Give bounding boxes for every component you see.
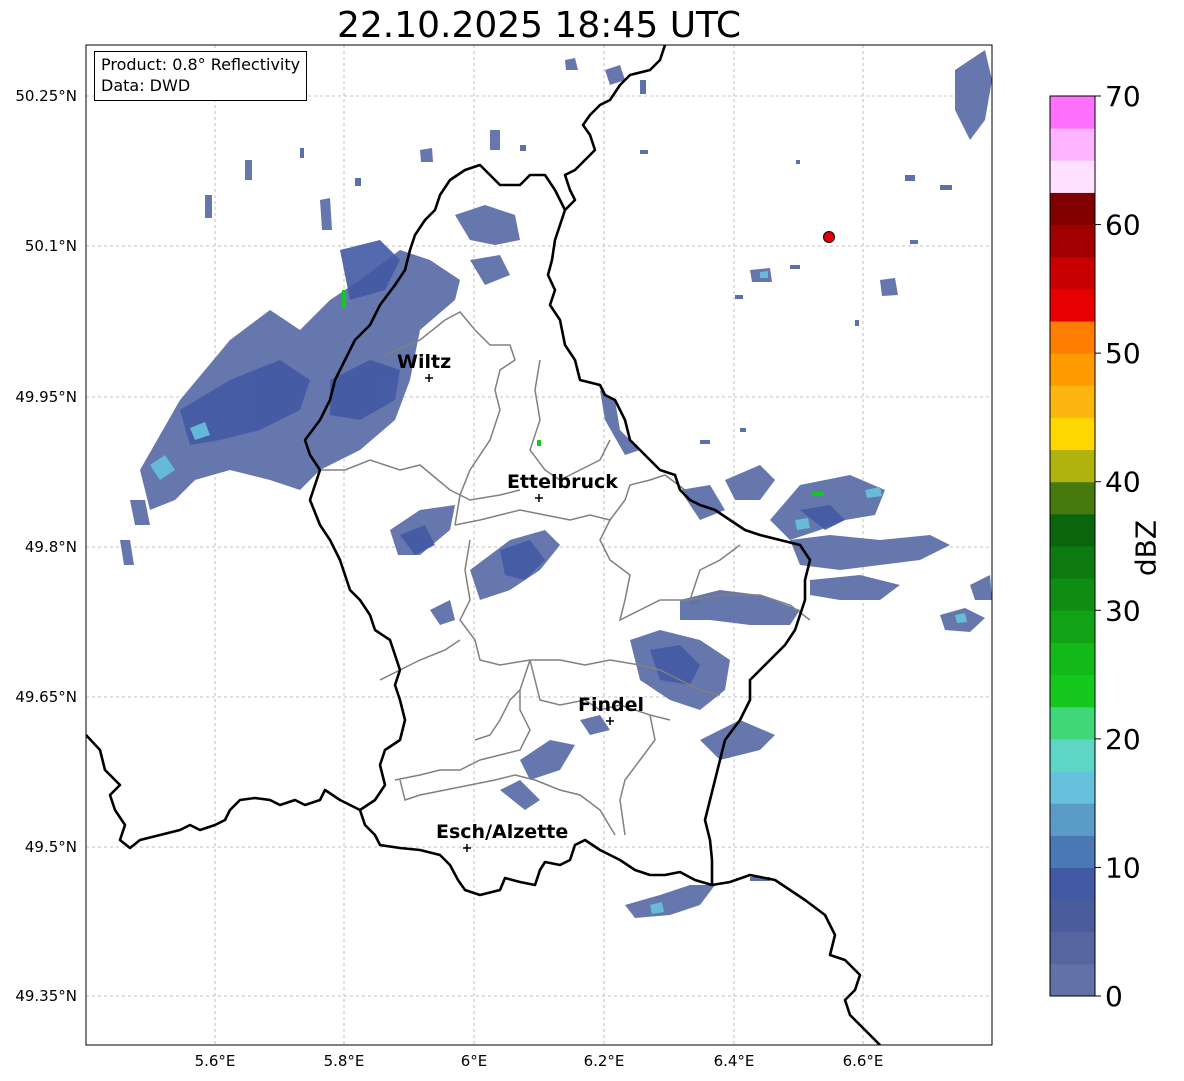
colorbar-segment xyxy=(1050,385,1095,418)
lat-ticks: 50.25°N 50.1°N 49.95°N 49.8°N 49.65°N 49… xyxy=(15,87,77,1005)
colorbar-tick-label: 50 xyxy=(1105,337,1141,370)
colorbar-segment xyxy=(1050,931,1095,965)
colorbar-segment xyxy=(1050,288,1095,322)
colorbar-segment xyxy=(1050,449,1095,483)
lon-tick: 6°E xyxy=(461,1052,488,1070)
colorbar-segment xyxy=(1050,417,1095,451)
lat-tick: 49.95°N xyxy=(15,388,77,406)
colorbar-segment xyxy=(1050,899,1095,933)
colorbar-segment xyxy=(1050,353,1095,386)
colorbar-segment xyxy=(1050,160,1095,193)
colorbar-tick-label: 60 xyxy=(1105,209,1141,242)
colorbar-segment xyxy=(1050,256,1095,290)
colorbar-segment xyxy=(1050,610,1095,643)
city-label-wiltz: Wiltz xyxy=(397,351,451,373)
colorbar-segment xyxy=(1050,96,1095,129)
lat-tick: 49.65°N xyxy=(15,688,77,706)
colorbar-segment xyxy=(1050,771,1095,804)
colorbar-segment xyxy=(1050,321,1095,354)
colorbar-segment xyxy=(1050,706,1095,740)
lat-tick: 49.8°N xyxy=(25,538,77,556)
city-label-findel: Findel xyxy=(578,694,644,716)
colorbar-segment xyxy=(1050,674,1095,708)
info-box: Product: 0.8° Reflectivity Data: DWD xyxy=(94,51,308,101)
colorbar-tick-label: 30 xyxy=(1105,594,1141,627)
lon-tick: 6.6°E xyxy=(843,1052,884,1070)
colorbar-segment xyxy=(1050,803,1095,836)
colorbar-tick-label: 10 xyxy=(1105,851,1141,884)
colorbar-label: dBZ xyxy=(1129,519,1163,577)
colorbar-segment xyxy=(1050,481,1095,515)
colorbar-segment xyxy=(1050,224,1095,258)
radar-map: Wiltz Ettelbruck Findel Esch/Alzette 50.… xyxy=(15,44,1141,1070)
colorbar-segment xyxy=(1050,963,1095,997)
colorbar-segment xyxy=(1050,867,1095,901)
lat-tick: 50.1°N xyxy=(25,237,77,255)
city-label-esch-alzette: Esch/Alzette xyxy=(436,821,568,843)
colorbar-segment xyxy=(1050,546,1095,579)
lat-tick: 49.5°N xyxy=(25,838,77,856)
lat-tick: 50.25°N xyxy=(15,87,77,105)
lon-tick: 5.6°E xyxy=(195,1052,236,1070)
colorbar-tick-label: 0 xyxy=(1105,980,1123,1013)
colorbar-segment xyxy=(1050,642,1095,676)
radar-site-marker xyxy=(823,231,835,243)
colorbar xyxy=(1049,95,1096,997)
product-label: Product: 0.8° Reflectivity xyxy=(101,55,301,74)
colorbar-segment xyxy=(1050,578,1095,611)
data-source-label: Data: DWD xyxy=(101,76,191,95)
colorbar-tick-label: 20 xyxy=(1105,723,1141,756)
colorbar-tick-label: 40 xyxy=(1105,466,1141,499)
colorbar-tick-label: 70 xyxy=(1105,80,1141,113)
colorbar-segment xyxy=(1050,128,1095,161)
lon-tick: 6.2°E xyxy=(584,1052,625,1070)
lon-tick: 6.4°E xyxy=(714,1052,755,1070)
map-title: 22.10.2025 18:45 UTC xyxy=(336,5,742,46)
lat-tick: 49.35°N xyxy=(15,987,77,1005)
colorbar-segment xyxy=(1050,835,1095,868)
lon-ticks: 5.6°E 5.8°E 6°E 6.2°E 6.4°E 6.6°E xyxy=(195,1052,884,1070)
city-label-ettelbruck: Ettelbruck xyxy=(507,471,618,493)
colorbar-segment xyxy=(1050,513,1095,547)
colorbar-segment xyxy=(1050,192,1095,226)
colorbar-segment xyxy=(1050,738,1095,772)
lon-tick: 5.8°E xyxy=(324,1052,365,1070)
